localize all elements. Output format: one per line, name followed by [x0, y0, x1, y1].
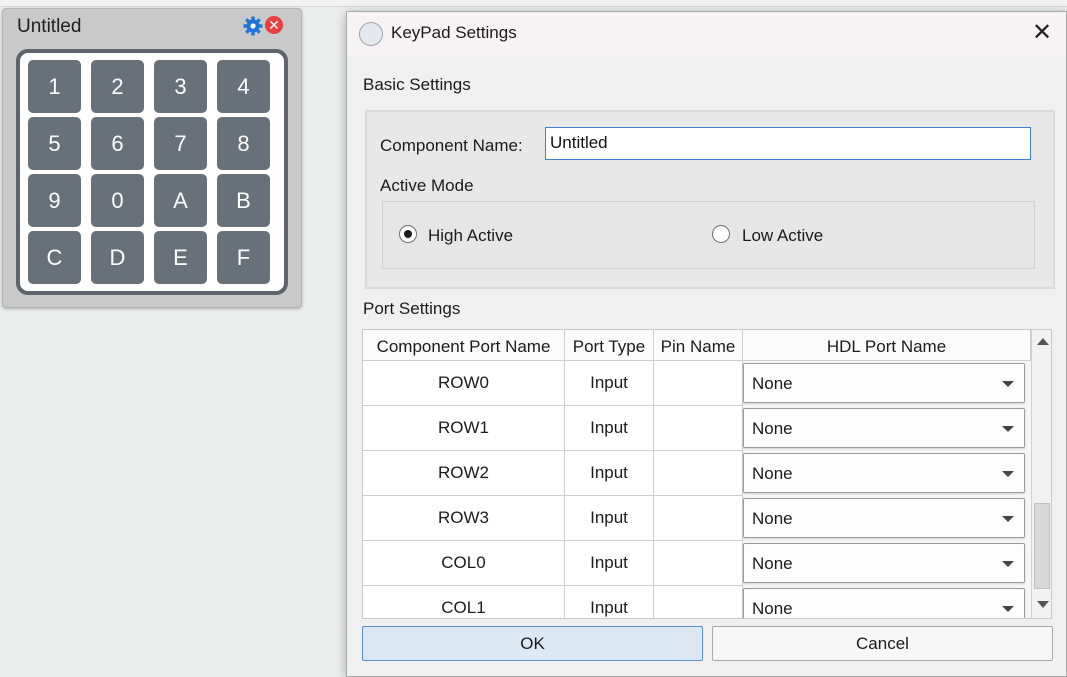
column-header-pin-name[interactable]: Pin Name [654, 330, 743, 361]
cancel-button[interactable]: Cancel [712, 626, 1053, 661]
dialog-title: KeyPad Settings [391, 23, 517, 42]
hdl-port-select[interactable]: None [743, 498, 1025, 538]
hdl-port-value: None [752, 509, 793, 528]
hdl-port-select[interactable]: None [743, 588, 1025, 618]
keypad-key[interactable]: 1 [28, 60, 81, 113]
column-header-hdl-port-name[interactable]: HDL Port Name [743, 330, 1031, 361]
high-active-radio[interactable] [399, 225, 417, 243]
pin-name-cell [654, 541, 743, 586]
scroll-up-icon[interactable] [1037, 338, 1049, 345]
keypad-settings-dialog: KeyPad Settings ✕ Basic Settings Compone… [346, 11, 1067, 677]
port-name-cell: ROW3 [363, 496, 565, 541]
keypad-grid: 1234 5678 90AB CDEF [16, 49, 288, 295]
keypad-key[interactable]: 6 [91, 117, 144, 170]
keypad-key[interactable]: 0 [91, 174, 144, 227]
port-type-cell: Input [565, 406, 654, 451]
chevron-down-icon [1002, 516, 1014, 522]
port-name-cell: COL1 [363, 586, 565, 618]
keypad-key[interactable]: 2 [91, 60, 144, 113]
hdl-port-select[interactable]: None [743, 408, 1025, 448]
hdl-port-value: None [752, 419, 793, 438]
keypad-key[interactable]: 5 [28, 117, 81, 170]
high-active-label[interactable]: High Active [428, 226, 513, 246]
hdl-port-value: None [752, 464, 793, 483]
top-edge [0, 0, 1067, 7]
close-icon[interactable]: ✕ [265, 16, 283, 34]
title-bar: KeyPad Settings ✕ [347, 12, 1066, 56]
basic-settings-heading: Basic Settings [363, 75, 471, 94]
port-type-cell: Input [565, 451, 654, 496]
column-header-component-port-name[interactable]: Component Port Name [363, 330, 565, 361]
dialog-close-button[interactable]: ✕ [1029, 20, 1055, 46]
widget-title: Untitled [17, 16, 82, 37]
pin-name-cell [654, 451, 743, 496]
port-name-cell: ROW1 [363, 406, 565, 451]
hdl-port-select[interactable]: None [743, 363, 1025, 403]
keypad-key[interactable]: B [217, 174, 270, 227]
port-table: Component Port Name Port Type Pin Name H… [362, 329, 1052, 619]
port-type-cell: Input [565, 361, 654, 406]
pin-name-cell [654, 361, 743, 406]
keypad-key[interactable]: C [28, 231, 81, 284]
port-settings-heading: Port Settings [363, 299, 461, 318]
chevron-down-icon [1002, 426, 1014, 432]
component-name-field[interactable]: Untitled [545, 127, 1031, 160]
keypad-key[interactable]: 9 [28, 174, 81, 227]
scrollbar-thumb[interactable] [1034, 503, 1050, 589]
port-type-cell: Input [565, 586, 654, 618]
active-mode-label: Active Mode [380, 176, 474, 195]
hdl-port-value: None [752, 374, 793, 393]
port-type-cell: Input [565, 496, 654, 541]
keypad-key[interactable]: 3 [154, 60, 207, 113]
port-name-cell: ROW2 [363, 451, 565, 496]
chevron-down-icon [1002, 471, 1014, 477]
port-name-cell: COL0 [363, 541, 565, 586]
port-name-cell: ROW0 [363, 361, 565, 406]
keypad-key[interactable]: F [217, 231, 270, 284]
table-scrollbar[interactable] [1031, 330, 1051, 618]
scroll-down-icon[interactable] [1037, 601, 1049, 608]
app-icon [359, 22, 383, 46]
pin-name-cell [654, 586, 743, 618]
low-active-label[interactable]: Low Active [742, 226, 823, 246]
keypad-key[interactable]: 7 [154, 117, 207, 170]
hdl-port-value: None [752, 599, 793, 618]
chevron-down-icon [1002, 561, 1014, 567]
chevron-down-icon [1002, 606, 1014, 612]
port-type-cell: Input [565, 541, 654, 586]
keypad-widget[interactable]: Untitled ✕ 1234 5678 90AB CDEF [2, 8, 302, 308]
gear-icon[interactable] [243, 16, 263, 36]
ok-button[interactable]: OK [362, 626, 703, 661]
low-active-radio[interactable] [712, 225, 730, 243]
hdl-port-select[interactable]: None [743, 543, 1025, 583]
keypad-key[interactable]: D [91, 231, 144, 284]
hdl-port-select[interactable]: None [743, 453, 1025, 493]
component-name-label: Component Name: [380, 136, 523, 155]
pin-name-cell [654, 496, 743, 541]
keypad-key[interactable]: 8 [217, 117, 270, 170]
keypad-key[interactable]: A [154, 174, 207, 227]
hdl-port-value: None [752, 554, 793, 573]
keypad-key[interactable]: 4 [217, 60, 270, 113]
chevron-down-icon [1002, 381, 1014, 387]
column-header-port-type[interactable]: Port Type [565, 330, 654, 361]
keypad-key[interactable]: E [154, 231, 207, 284]
pin-name-cell [654, 406, 743, 451]
